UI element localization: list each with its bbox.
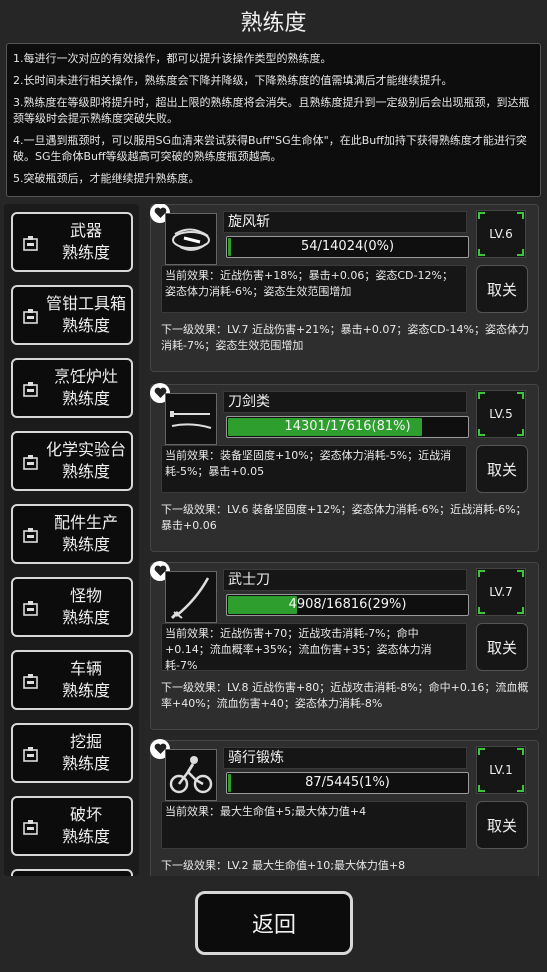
level-badge: LV.5 bbox=[476, 390, 526, 438]
unfollow-button[interactable]: 取关 bbox=[476, 623, 528, 671]
level-text: LV.7 bbox=[489, 585, 513, 599]
category-sublabel: 熟练度 bbox=[61, 827, 110, 846]
progress-text: 4908/16816(29%) bbox=[288, 597, 407, 612]
category-icon bbox=[23, 747, 38, 762]
category-icon bbox=[23, 674, 38, 689]
progress-text: 54/14024(0%) bbox=[300, 239, 395, 254]
level-badge: LV.7 bbox=[476, 568, 526, 616]
category-parts-production-button[interactable]: 配件生产 熟练度 bbox=[11, 504, 133, 564]
current-effect: 当前效果：装备坚固度+10%；姿态体力消耗-5%；近战消耗-5%；暴击+0.05 bbox=[161, 445, 467, 493]
category-sublabel: 熟练度 bbox=[61, 754, 110, 773]
progress-text: 87/5445(1%) bbox=[305, 775, 390, 790]
whirlwind-slash-icon bbox=[165, 213, 217, 265]
category-label: 怪物 bbox=[69, 586, 102, 605]
category-label: 化学实验台 bbox=[45, 440, 126, 459]
category-icon bbox=[23, 236, 38, 251]
skill-card: 武士刀 4908/16816(29%) LV.7 当前效果：近战伤害+70；近战… bbox=[150, 561, 539, 730]
category-vehicle-button[interactable]: 车辆 熟练度 bbox=[11, 650, 133, 710]
progress-bar: 54/14024(0%) bbox=[226, 236, 469, 258]
next-effect: 下一级效果：LV.6 装备坚固度+12%；姿态体力消耗-6%；近战消耗-6%；暴… bbox=[161, 503, 527, 532]
category-label: 管钳工具箱 bbox=[45, 294, 126, 313]
category-destruction-button[interactable]: 破坏 熟练度 bbox=[11, 796, 133, 856]
next-effect: 下一级效果：LV.8 近战伤害+80；近战攻击消耗-8%；命中+0.16；流血概… bbox=[161, 681, 529, 710]
info-rule-5: 5.突破瓶颈后，才能继续提升熟练度。 bbox=[13, 172, 200, 185]
info-rule-2: 2.长时间未进行相关操作，熟练度会下降并降级，下降熟练度的值需填满后才能继续提升… bbox=[13, 74, 453, 87]
unfollow-button[interactable]: 取关 bbox=[476, 445, 528, 493]
blade-icon bbox=[165, 393, 217, 445]
category-weapon-button[interactable]: 武器 熟练度 bbox=[11, 212, 133, 272]
category-label: 武器 bbox=[69, 221, 102, 240]
progress-bar: 14301/17616(81%) bbox=[226, 416, 469, 438]
category-icon bbox=[23, 382, 38, 397]
skill-card: 旋风斩 54/14024(0%) LV.6 当前效果：近战伤害+18%；暴击+0… bbox=[150, 204, 539, 372]
info-rule-1: 1.每进行一次对应的有效操作，都可以提升该操作类型的熟练度。 bbox=[13, 52, 332, 65]
level-text: LV.6 bbox=[489, 227, 513, 241]
category-sublabel: 熟练度 bbox=[61, 389, 110, 408]
category-chem-lab-button[interactable]: 化学实验台 熟练度 bbox=[11, 431, 133, 491]
skill-card: 骑行锻炼 87/5445(1%) LV.1 当前效果：最大生命值+5;最大体力值… bbox=[150, 739, 539, 876]
category-icon bbox=[23, 820, 38, 835]
level-badge: LV.1 bbox=[476, 746, 526, 794]
katana-icon bbox=[165, 571, 217, 623]
next-effect: 下一级效果：LV.2 最大生命值+10;最大体力值+8 bbox=[161, 859, 406, 872]
progress-bar: 87/5445(1%) bbox=[226, 772, 469, 794]
category-label: 车辆 bbox=[69, 659, 102, 678]
category-label: 配件生产 bbox=[53, 513, 118, 532]
category-sublabel: 熟练度 bbox=[61, 462, 110, 481]
info-rule-4: 4.一旦遇到瓶颈时，可以服用SG血清来尝试获得Buff"SG生命体"，在此Buf… bbox=[13, 134, 527, 163]
category-sublabel: 熟练度 bbox=[61, 608, 110, 627]
unfollow-button[interactable]: 取关 bbox=[476, 801, 528, 849]
skill-name: 刀剑类 bbox=[223, 391, 467, 413]
category-sublabel: 熟练度 bbox=[61, 681, 110, 700]
skill-list[interactable]: 旋风斩 54/14024(0%) LV.6 当前效果：近战伤害+18%；暴击+0… bbox=[146, 204, 543, 876]
category-digging-button[interactable]: 挖掘 熟练度 bbox=[11, 723, 133, 783]
back-button[interactable]: 返回 bbox=[195, 891, 353, 955]
info-panel: 1.每进行一次对应的有效操作，都可以提升该操作类型的熟练度。 2.长时间未进行相… bbox=[6, 43, 541, 197]
skill-name: 旋风斩 bbox=[223, 211, 467, 233]
category-cooking-stove-button[interactable]: 烹饪炉灶 熟练度 bbox=[11, 358, 133, 418]
bottom-bar: 返回 bbox=[0, 879, 547, 972]
level-text: LV.5 bbox=[489, 407, 513, 421]
category-icon bbox=[23, 601, 38, 616]
category-label: 挖掘 bbox=[69, 732, 102, 751]
category-sidebar[interactable]: 武器 熟练度 管钳工具箱 熟练度 烹饪炉灶 熟练度 化学实验台 熟练度 配件生产 熟练度 … bbox=[4, 204, 139, 876]
category-icon bbox=[23, 455, 38, 470]
category-label: 破坏 bbox=[69, 805, 102, 824]
next-effect: 下一级效果：LV.7 近战伤害+21%；暴击+0.07；姿态CD-14%；姿态体… bbox=[161, 323, 529, 352]
unfollow-button[interactable]: 取关 bbox=[476, 265, 528, 313]
category-sublabel: 熟练度 bbox=[61, 243, 110, 262]
current-effect: 当前效果：近战伤害+18%；暴击+0.06；姿态CD-12%；姿态体力消耗-6%… bbox=[161, 265, 467, 313]
category-pipe-toolbox-button[interactable]: 管钳工具箱 熟练度 bbox=[11, 285, 133, 345]
skill-name: 武士刀 bbox=[223, 569, 467, 591]
skill-name: 骑行锻炼 bbox=[223, 747, 467, 769]
current-effect: 当前效果：最大生命值+5;最大体力值+4 bbox=[161, 801, 467, 849]
category-icon bbox=[23, 309, 38, 324]
category-label: 烹饪炉灶 bbox=[53, 367, 118, 386]
cycling-icon bbox=[165, 749, 217, 801]
level-text: LV.1 bbox=[489, 763, 513, 777]
level-badge: LV.6 bbox=[476, 210, 526, 258]
category-monster-button[interactable]: 怪物 熟练度 bbox=[11, 577, 133, 637]
category-icon bbox=[23, 528, 38, 543]
category-more-button[interactable] bbox=[11, 869, 133, 876]
category-sublabel: 熟练度 bbox=[61, 316, 110, 335]
progress-bar: 4908/16816(29%) bbox=[226, 594, 469, 616]
info-rule-3: 3.熟练度在等级即将提升时，超出上限的熟练度将会消失。且熟练度提升到一定级别后会… bbox=[13, 96, 530, 125]
category-sublabel: 熟练度 bbox=[61, 535, 110, 554]
page-title: 熟练度 bbox=[240, 11, 307, 36]
skill-card: 刀剑类 14301/17616(81%) LV.5 当前效果：装备坚固度+10%… bbox=[150, 383, 539, 552]
progress-text: 14301/17616(81%) bbox=[284, 419, 411, 434]
current-effect: 当前效果：近战伤害+70；近战攻击消耗-7%；命中+0.14；流血概率+35%；… bbox=[161, 623, 467, 672]
